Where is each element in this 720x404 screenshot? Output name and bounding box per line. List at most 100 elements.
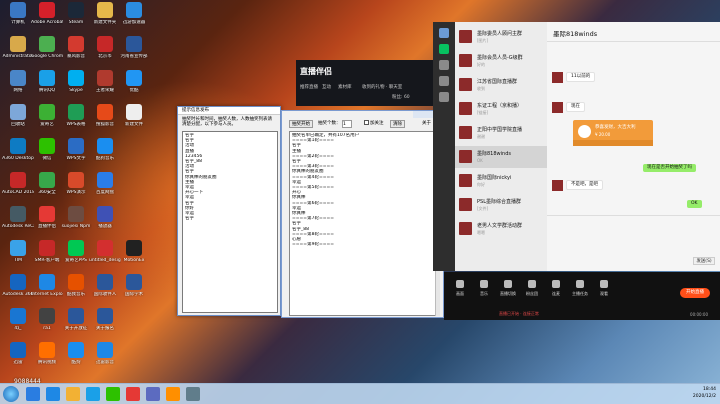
conversation-item[interactable]: 东证工程（京和播） [链接] — [455, 98, 547, 120]
chat-icon[interactable] — [439, 44, 449, 54]
start-live-button[interactable]: 开始直播 — [680, 288, 710, 298]
live-tool-button[interactable]: 连麦 — [546, 280, 566, 297]
desktop-shortcut[interactable]: 国际收件人 — [89, 274, 121, 308]
desktop-shortcut[interactable]: 搜狐影音 — [89, 104, 121, 138]
list-item[interactable]: 名字 — [185, 216, 275, 221]
desktop-shortcut[interactable]: 计算机 — [2, 2, 34, 36]
desktop-shortcut[interactable]: ra1 — [31, 308, 63, 342]
app-taskbar-icon[interactable] — [26, 387, 40, 401]
desktop-shortcut[interactable]: 关于报名 — [89, 308, 121, 342]
conversation-item[interactable]: 老男人文学群活动群 嗯嗯 — [455, 218, 547, 240]
desktop-shortcut[interactable]: MotionEx — [118, 240, 150, 274]
desktop-shortcut[interactable]: A360 Desktop — [2, 138, 34, 172]
desktop-shortcut[interactable]: Autodesk ReCap — [2, 206, 34, 240]
desktop-shortcut[interactable]: 4汇 — [2, 308, 34, 342]
live-tool-button[interactable]: 画面 — [450, 280, 470, 297]
system-tray-clock[interactable]: 18:44 2020/12/2 — [678, 386, 716, 400]
live-tool-button[interactable]: 直播切换 — [498, 280, 518, 297]
desktop-shortcut[interactable]: 迅雷影音 — [89, 342, 121, 376]
live-tool-button[interactable]: 音乐 — [474, 280, 494, 297]
conversation-item[interactable]: 墨际委员人顾问主群 [图片] — [455, 26, 547, 48]
qq-taskbar-icon[interactable] — [86, 387, 100, 401]
conversation-item[interactable]: 正阳中学国学院直播 谢谢 — [455, 122, 547, 144]
conversation-item[interactable]: 墨际会员人员-G级群 好的 — [455, 50, 547, 72]
desktop-shortcut[interactable]: untitled_design — [89, 240, 121, 274]
desktop-shortcut[interactable]: Skype — [60, 70, 92, 104]
desktop-shortcut[interactable]: 酷我音乐 — [60, 274, 92, 308]
desktop-shortcut[interactable]: Steam — [60, 2, 92, 36]
conversation-item[interactable]: 墨际国际nickyi 你好 — [455, 170, 547, 192]
desktop-shortcut[interactable]: 优酷 — [118, 70, 150, 104]
desktop-shortcut[interactable]: WPS文字 — [60, 138, 92, 172]
desktop-shortcut[interactable]: 360安全 — [31, 172, 63, 206]
desktop-shortcut[interactable]: 微信 — [31, 138, 63, 172]
red-packet[interactable]: 恭喜发财，大吉大利 ¥ 20.00 — [573, 120, 653, 146]
live-tool-button[interactable]: 主播任务 — [570, 280, 590, 297]
tool-taskbar-icon[interactable] — [146, 387, 160, 401]
desktop-shortcut[interactable]: 酷狗 — [60, 342, 92, 376]
desktop-shortcut[interactable]: 暴风影音 — [60, 36, 92, 70]
desktop-shortcut[interactable]: Autodesk 360 — [2, 274, 34, 308]
start-lottery-button[interactable]: 抽奖开始 — [289, 120, 313, 128]
desktop-shortcut[interactable]: Google Chrome — [31, 36, 63, 70]
conversation-item[interactable]: 江苏省国际直播群 收到 — [455, 74, 547, 96]
desktop-shortcut[interactable]: 爱奇艺PPS — [60, 240, 92, 274]
desktop-shortcut[interactable]: 迅游加速器 — [118, 2, 150, 36]
window-taskbar-icon[interactable] — [186, 387, 200, 401]
desktop-shortcut[interactable]: 网络 — [2, 70, 34, 104]
contacts-icon[interactable] — [439, 60, 449, 70]
desktop-shortcut[interactable]: 关于开放征 — [60, 308, 92, 342]
start-button[interactable] — [3, 386, 19, 402]
desktop-shortcut[interactable]: 迅雷 — [2, 342, 34, 376]
stream-menu-item-1[interactable]: 推荐直播 — [300, 84, 318, 90]
count-input[interactable]: 1 — [342, 120, 352, 128]
desktop-shortcut[interactable]: Administrator — [2, 36, 34, 70]
desktop-shortcut[interactable]: 酷狗音乐 — [89, 138, 121, 172]
desktop-shortcut[interactable]: Adobe Acrobat DC — [31, 2, 63, 36]
live-taskbar-icon[interactable] — [126, 387, 140, 401]
folder-taskbar-icon[interactable] — [166, 387, 180, 401]
desktop-shortcut[interactable]: 回收站 — [2, 104, 34, 138]
explorer-taskbar-icon[interactable] — [66, 387, 80, 401]
desktop-shortcut[interactable]: 腾讯视频 — [31, 342, 63, 376]
clear-button[interactable]: 清除 — [390, 120, 405, 128]
stream-menu-item-2[interactable]: 互动 — [322, 84, 331, 90]
desktop-shortcut[interactable]: Internet Explorer — [31, 274, 63, 308]
desktop-shortcut[interactable]: 国际学术 — [118, 274, 150, 308]
desktop-shortcut[interactable]: 王者荣耀 — [89, 70, 121, 104]
live-tool-button[interactable]: 观看 — [594, 280, 614, 297]
lottery-results[interactable]: 抽奖名单已确定，共有107名用户 ====第1轮==== 名字 主播 ====第2轮==… — [289, 131, 438, 316]
about-link[interactable]: 关于 — [422, 120, 431, 128]
desktop-shortcut[interactable]: 直播伴侣 — [31, 206, 63, 240]
desktop-shortcut[interactable]: 北京市 — [89, 36, 121, 70]
desktop-shortcut[interactable]: AutoCAD 2018 — [2, 172, 34, 206]
message-input-area[interactable]: 发送(S) — [547, 215, 720, 271]
desktop-shortcut[interactable]: 新建文件 — [118, 104, 150, 138]
participant-list[interactable]: 名字 名字 活动 直播 123456 名字_88 活动 名字 你真棒的朋友圈 主播 幸运 开心一下 幸运… — [182, 131, 278, 313]
desktop-shortcut[interactable]: SMR-客户端 — [31, 240, 63, 274]
desktop-shortcut[interactable]: WPS表格 — [60, 104, 92, 138]
desktop-shortcut[interactable]: 百度网盘 — [89, 172, 121, 206]
desktop-shortcut[interactable]: 播放器 — [89, 206, 121, 240]
browser-taskbar-icon[interactable] — [46, 387, 60, 401]
favorites-icon[interactable] — [439, 76, 449, 86]
live-tool-button[interactable]: 粉丝团 — [522, 280, 542, 297]
desktop-shortcut[interactable]: 新建文件夹 — [89, 2, 121, 36]
desktop-shortcut[interactable]: 爱奇艺 — [31, 104, 63, 138]
stream-menu-item-4[interactable]: 收到的礼物 · 聊天室 — [362, 84, 402, 90]
checkbox-icon[interactable] — [364, 120, 369, 125]
send-button[interactable]: 发送(S) — [693, 257, 715, 265]
desktop-shortcut[interactable]: WPS演示 — [60, 172, 92, 206]
conversation-item[interactable]: PSL墨际综合直播群 [文件] — [455, 194, 547, 216]
wechat-taskbar-icon[interactable] — [106, 387, 120, 401]
files-icon[interactable] — [439, 92, 449, 102]
conversation-item[interactable]: 墨际818winds OK — [455, 146, 547, 168]
desktop-shortcut[interactable]: 河南省宣传部 — [118, 36, 150, 70]
follow-checkbox[interactable]: 加关注 — [364, 120, 384, 128]
stream-menu-item-3[interactable]: 素材库 — [338, 84, 352, 90]
desktop-shortcut[interactable]: 腾讯QQ — [31, 70, 63, 104]
avatar[interactable] — [439, 28, 449, 38]
shortcut-label: 腾讯QQ — [38, 88, 56, 93]
desktop-shortcut[interactable]: TIM — [2, 240, 34, 274]
desktop-shortcut[interactable]: suojiesi Npm — [60, 206, 92, 240]
